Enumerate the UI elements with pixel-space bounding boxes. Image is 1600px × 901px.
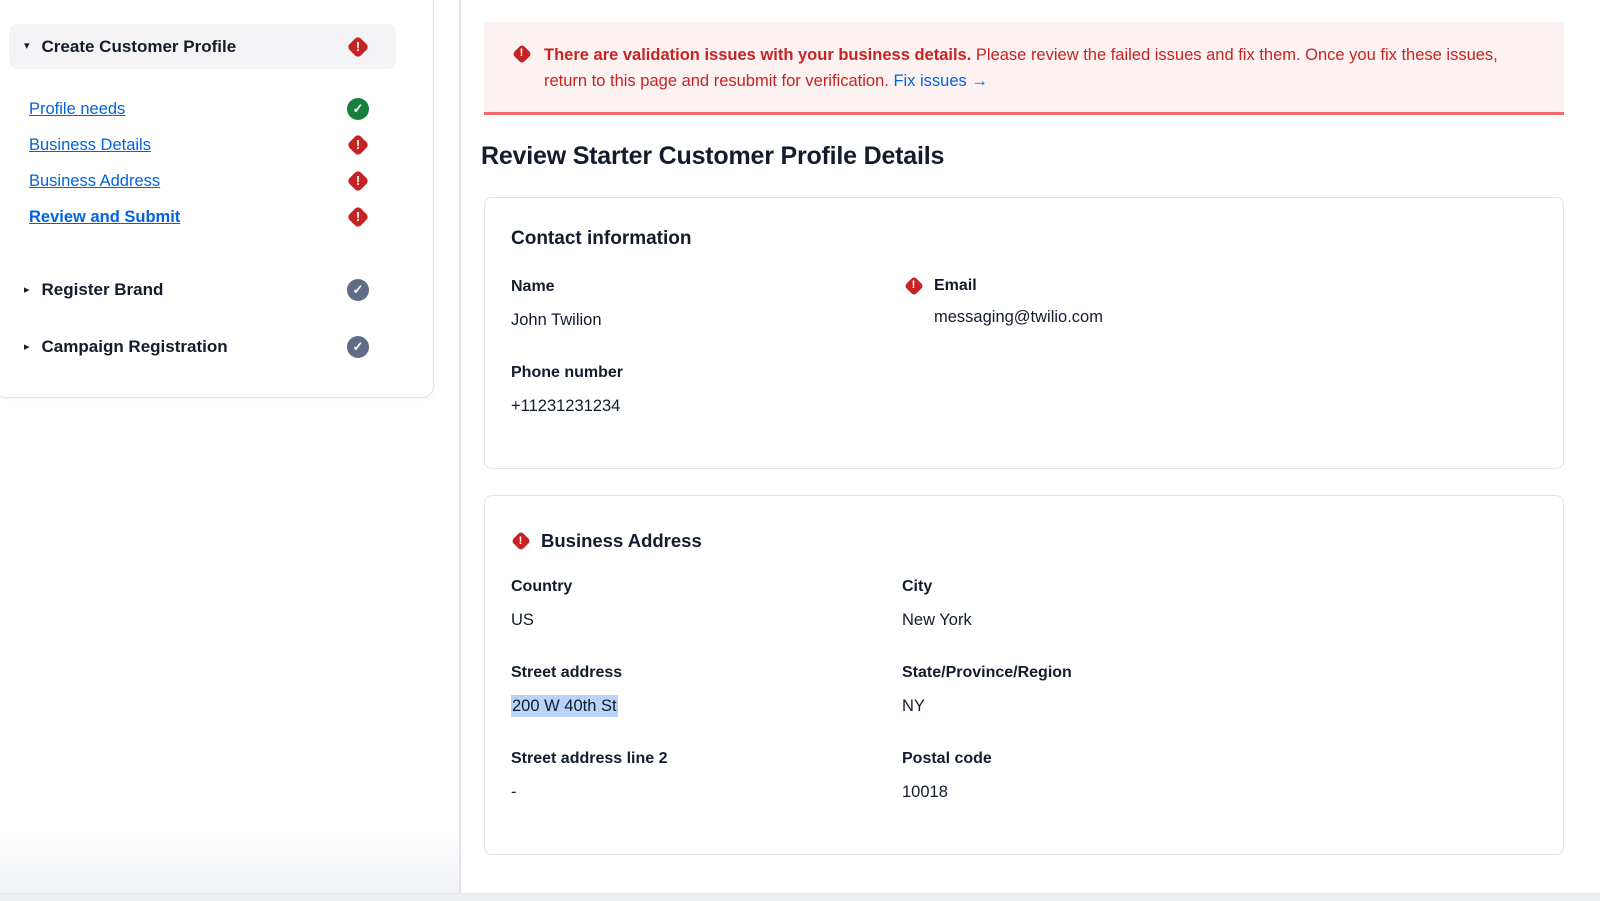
banner-message: There are validation issues with your bu…: [544, 42, 1534, 94]
neutral-check-icon: [347, 279, 369, 301]
chevron-down-icon: ▾: [24, 41, 30, 52]
main-content: There are validation issues with your bu…: [484, 22, 1564, 855]
address-card-title: Business Address: [541, 530, 702, 552]
contact-fields: Name John Twilion Email messaging@twilio…: [511, 278, 1537, 416]
field-state-province-region: State/Province/Region NY: [902, 664, 1537, 716]
field-value: 10018: [902, 783, 1537, 802]
field-name: Name John Twilion: [511, 278, 902, 330]
arrow-right-icon: →: [971, 72, 988, 90]
field-city: City New York: [902, 578, 1537, 630]
address-fields: Country US City New York Street address …: [511, 578, 1537, 802]
fix-issues-link[interactable]: Fix issues →: [893, 72, 987, 90]
error-icon: [511, 532, 530, 551]
field-label: Name: [511, 278, 902, 296]
field-email: Email messaging@twilio.com: [902, 278, 1537, 330]
field-value: -: [511, 783, 902, 802]
field-label: Phone number: [511, 364, 902, 382]
error-icon: [347, 206, 369, 228]
chevron-right-icon: ▸: [24, 285, 30, 296]
field-value: NY: [902, 697, 1537, 716]
error-icon: [347, 134, 369, 156]
field-value: New York: [902, 611, 1537, 630]
page-title: Review Starter Customer Profile Details: [481, 142, 1564, 171]
field-street-address-line-2: Street address line 2 -: [511, 750, 902, 802]
wizard-sidebar: ▾ Create Customer Profile Profile needs …: [0, 0, 461, 901]
field-value: +11231231234: [511, 397, 902, 416]
sidebar-card: ▾ Create Customer Profile Profile needs …: [0, 0, 434, 398]
sidebar-section-label: Register Brand: [42, 280, 164, 300]
sidebar-item-business-address: Business Address: [9, 163, 396, 199]
error-icon: [904, 276, 923, 295]
field-phone-number: Phone number +11231231234: [511, 364, 902, 416]
sidebar-section-register-brand[interactable]: ▸ Register Brand: [9, 272, 396, 308]
business-address-card: Business Address Country US City New Yor…: [484, 495, 1564, 855]
field-label: Country: [511, 578, 902, 596]
field-label: Street address: [511, 664, 902, 682]
sidebar-step-list: Profile needs Business Details Business …: [0, 91, 433, 235]
profile-needs-link[interactable]: Profile needs: [29, 100, 125, 119]
field-value: John Twilion: [511, 311, 902, 330]
field-value: 200 W 40th St: [511, 697, 902, 716]
field-label: State/Province/Region: [902, 664, 1537, 682]
field-street-address: Street address 200 W 40th St: [511, 664, 902, 716]
sidebar-section-create-customer-profile[interactable]: ▾ Create Customer Profile: [9, 24, 396, 69]
neutral-check-icon: [347, 336, 369, 358]
page-bottom-strip: [0, 893, 1600, 901]
error-icon: [347, 36, 369, 58]
sidebar-item-review-and-submit: Review and Submit: [9, 199, 396, 235]
success-check-icon: [347, 98, 369, 120]
chevron-right-icon: ▸: [24, 342, 30, 353]
contact-information-card: Contact information Name John Twilion Em…: [484, 197, 1564, 469]
field-label: City: [902, 578, 1537, 596]
field-country: Country US: [511, 578, 902, 630]
field-postal-code: Postal code 10018: [902, 750, 1537, 802]
sidebar-section-label: Create Customer Profile: [42, 37, 335, 57]
validation-error-banner: There are validation issues with your bu…: [484, 22, 1564, 115]
business-details-link[interactable]: Business Details: [29, 136, 151, 155]
field-label: Email: [934, 277, 977, 295]
sidebar-item-profile-needs: Profile needs: [9, 91, 396, 127]
selected-text: 200 W 40th St: [511, 695, 618, 717]
field-value: messaging@twilio.com: [934, 308, 1537, 327]
business-address-link[interactable]: Business Address: [29, 172, 160, 191]
field-label: Postal code: [902, 750, 1537, 768]
banner-message-title: There are validation issues with your bu…: [544, 46, 971, 64]
review-and-submit-link[interactable]: Review and Submit: [29, 208, 180, 227]
error-icon: [512, 44, 531, 63]
field-label: Street address line 2: [511, 750, 902, 768]
field-value: US: [511, 611, 902, 630]
sidebar-item-business-details: Business Details: [9, 127, 396, 163]
field-spacer: [902, 364, 1537, 416]
contact-card-title: Contact information: [511, 228, 1537, 250]
sidebar-section-campaign-registration[interactable]: ▸ Campaign Registration: [9, 329, 396, 365]
sidebar-section-label: Campaign Registration: [42, 337, 228, 357]
error-icon: [347, 170, 369, 192]
